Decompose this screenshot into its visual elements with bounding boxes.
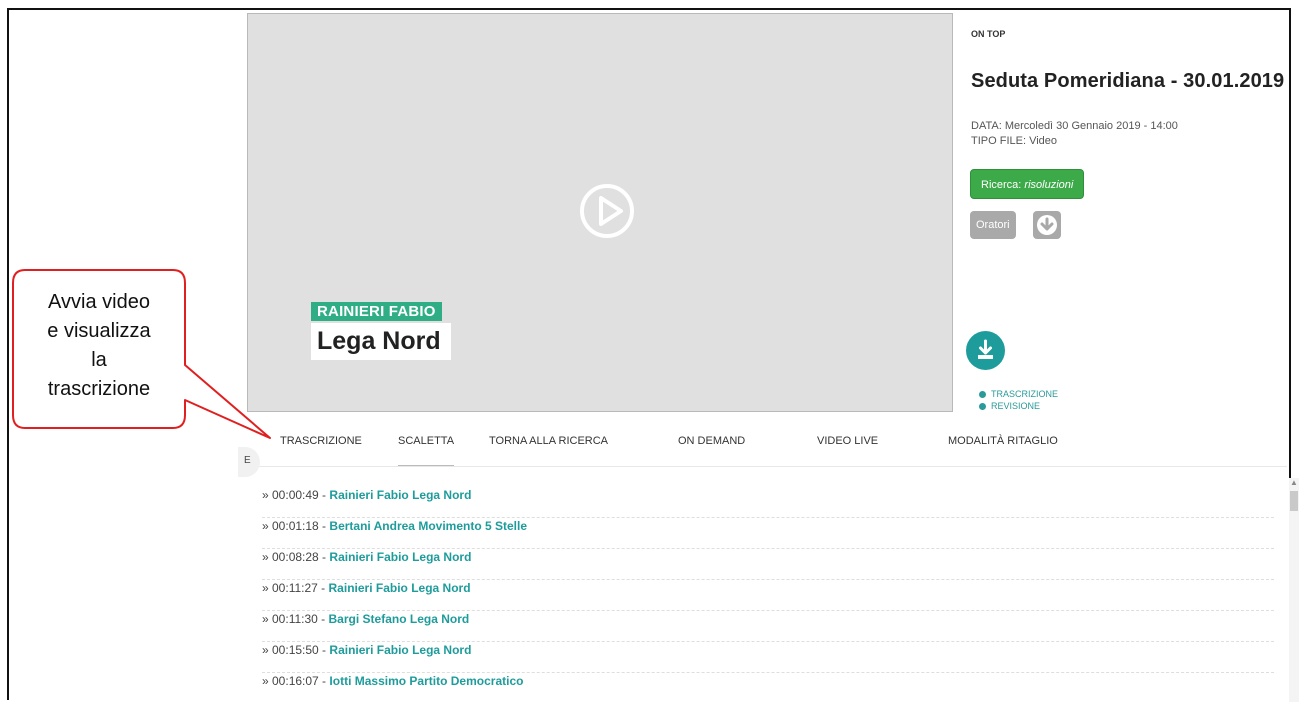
ricerca-button[interactable]: Ricerca: risoluzioni	[970, 169, 1085, 199]
ricerca-label: Ricerca:	[981, 179, 1022, 191]
speaker-link[interactable]: Iotti Massimo Partito Democratico	[329, 674, 523, 688]
speaker-link[interactable]: Rainieri Fabio Lega Nord	[329, 550, 471, 564]
tab-bar: TRASCRIZIONE SCALETTA TORNA ALLA RICERCA…	[247, 430, 1287, 467]
scroll-up-icon[interactable]: ▲	[1290, 478, 1298, 487]
tab-divider	[247, 466, 1287, 467]
download-button[interactable]	[966, 331, 1005, 370]
tab-modalita-ritaglio[interactable]: MODALITÀ RITAGLIO	[948, 435, 1058, 447]
session-date: DATA: Mercoledì 30 Gennaio 2019 - 14:00	[971, 120, 1178, 132]
list-scrollbar[interactable]	[1289, 478, 1299, 702]
list-scrollbar-thumb[interactable]	[1290, 491, 1298, 511]
speaker-link[interactable]: Rainieri Fabio Lega Nord	[329, 488, 471, 502]
list-item-time: » 00:16:07 -	[262, 674, 327, 688]
list-item: » 00:08:28 - Rainieri Fabio Lega Nord	[262, 550, 1274, 580]
download-icon	[978, 339, 993, 359]
legend-label: REVISIONE	[991, 401, 1041, 411]
arrow-down-icon	[1037, 215, 1057, 235]
speaker-link[interactable]: Rainieri Fabio Lega Nord	[329, 581, 471, 595]
legend-trascrizione: TRASCRIZIONE	[979, 389, 1058, 399]
callout-line: e visualizza	[47, 320, 151, 342]
ricerca-value: risoluzioni	[1024, 179, 1074, 191]
tab-trascrizione[interactable]: TRASCRIZIONE	[280, 435, 362, 447]
on-top-label: ON TOP	[971, 29, 1006, 39]
list-item-time: » 00:01:18 -	[262, 519, 327, 533]
lower-third-party: Lega Nord	[311, 323, 451, 360]
session-title: Seduta Pomeridiana - 30.01.2019	[971, 70, 1285, 92]
side-panel-toggle-label: E	[244, 455, 251, 466]
list-item: » 00:01:18 - Bertani Andrea Movimento 5 …	[262, 519, 1274, 549]
list-item: » 00:16:07 - Iotti Massimo Partito Democ…	[262, 674, 1274, 704]
callout-line: la	[91, 349, 107, 371]
callout-line: Avvia video	[48, 291, 150, 313]
list-item-time: » 00:11:27 -	[262, 581, 326, 595]
legend-label: TRASCRIZIONE	[991, 389, 1059, 399]
speaker-link[interactable]: Bertani Andrea Movimento 5 Stelle	[329, 519, 527, 533]
legend-dot	[979, 391, 986, 399]
list-item-time: » 00:11:30 -	[262, 612, 326, 626]
play-icon[interactable]	[579, 183, 635, 239]
oratori-button[interactable]: Oratori	[970, 211, 1016, 239]
list-item: » 00:11:30 - Bargi Stefano Lega Nord	[262, 612, 1274, 642]
speaker-link[interactable]: Rainieri Fabio Lega Nord	[329, 643, 471, 657]
tab-video-live[interactable]: VIDEO LIVE	[817, 435, 878, 447]
list-item-time: » 00:00:49 -	[262, 488, 327, 502]
tab-torna-alla-ricerca[interactable]: TORNA ALLA RICERCA	[489, 435, 608, 447]
list-item-time: » 00:15:50 -	[262, 643, 327, 657]
legend-revisione: REVISIONE	[979, 401, 1040, 411]
tab-scaletta[interactable]: SCALETTA	[398, 435, 455, 467]
list-item: » 00:00:49 - Rainieri Fabio Lega Nord	[262, 488, 1274, 518]
oratori-dropdown-button[interactable]	[1033, 211, 1061, 239]
legend-dot	[979, 403, 986, 411]
list-item: » 00:11:27 - Rainieri Fabio Lega Nord	[262, 581, 1274, 611]
list-item-time: » 00:08:28 -	[262, 550, 327, 564]
tab-on-demand[interactable]: ON DEMAND	[678, 435, 745, 447]
lower-third-name: RAINIERI FABIO	[311, 302, 442, 321]
callout-line: trascrizione	[47, 378, 151, 400]
list-item: » 00:15:50 - Rainieri Fabio Lega Nord	[262, 643, 1274, 673]
speaker-link[interactable]: Bargi Stefano Lega Nord	[329, 612, 470, 626]
callout-text: Avvia video e visualizza la trascrizione	[24, 288, 174, 404]
session-file-type: TIPO FILE: Video	[971, 135, 1058, 147]
